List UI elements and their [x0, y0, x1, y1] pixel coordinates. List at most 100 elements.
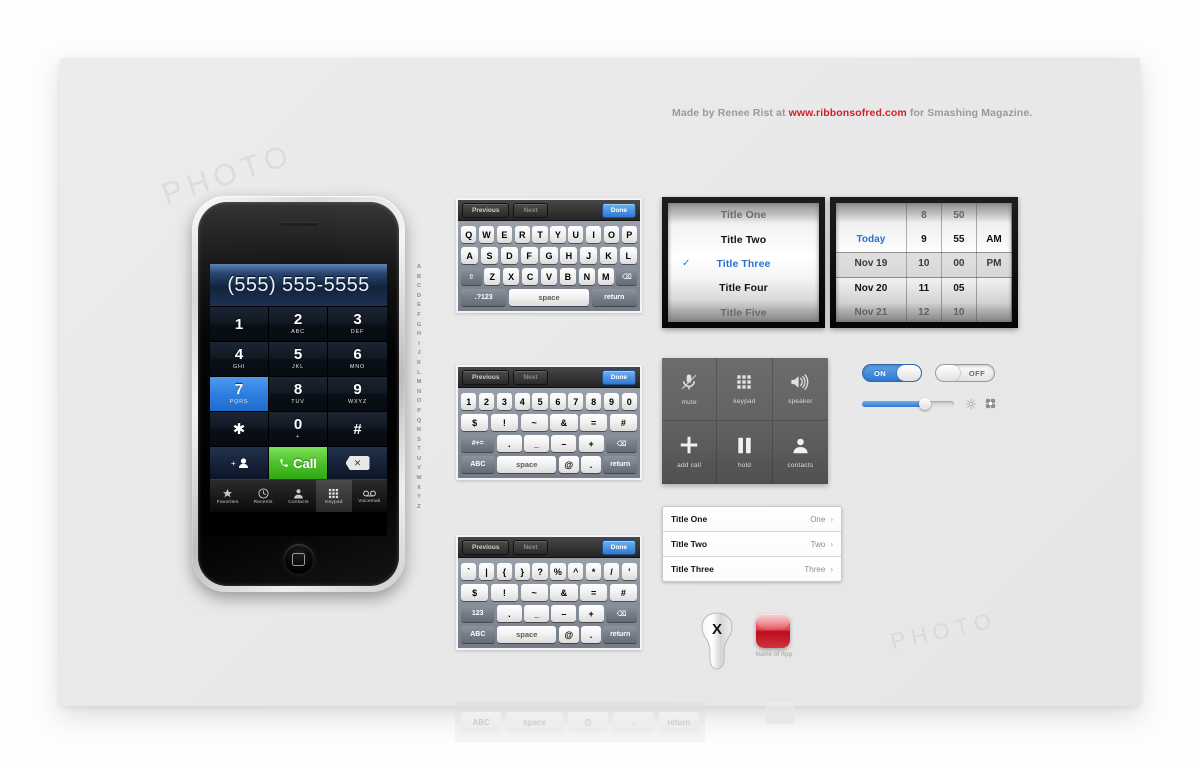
alpha-index-i[interactable]: I — [418, 340, 420, 350]
picker-cell[interactable]: 11 — [907, 276, 941, 300]
call-button[interactable]: Call — [269, 447, 328, 479]
key-[interactable]: + — [578, 435, 604, 452]
return-key[interactable]: return — [603, 456, 637, 473]
table-row[interactable]: Title Two Two › — [663, 532, 841, 557]
brightness-slider[interactable] — [862, 398, 954, 410]
backspace-key[interactable]: ⌫ — [616, 268, 638, 285]
key-0[interactable]: 0 — [621, 393, 637, 410]
alpha-index-a[interactable]: A — [417, 263, 421, 273]
alphabet-index-strip[interactable]: ABCDEFGHIJKLMNOPQRSTUVWXYZ — [412, 263, 426, 512]
key-7[interactable]: 7 — [568, 393, 584, 410]
alpha-index-z[interactable]: Z — [417, 503, 420, 513]
alpha-index-c[interactable]: C — [417, 282, 421, 292]
key-[interactable]: ` — [461, 563, 477, 580]
picker-cell[interactable]: 55 — [942, 227, 976, 251]
alpha-index-y[interactable]: Y — [417, 493, 421, 503]
app-icon[interactable] — [756, 614, 790, 648]
dial-key-8[interactable]: 8 TUV — [269, 377, 328, 412]
key-[interactable]: ~ — [520, 414, 548, 431]
dial-key-6[interactable]: 6 MNO — [328, 342, 387, 377]
alpha-index-m[interactable]: M — [417, 378, 422, 388]
picker-cell[interactable]: 00 — [942, 252, 976, 276]
key-[interactable]: @ — [558, 456, 579, 473]
alpha-index-l[interactable]: L — [417, 369, 420, 379]
key-[interactable]: _ — [524, 605, 549, 622]
tab-voicemail[interactable]: Voicemail — [352, 480, 387, 512]
alpha-index-n[interactable]: N — [417, 388, 421, 398]
key-ABC[interactable]: ABC — [461, 626, 495, 643]
key-9[interactable]: 9 — [603, 393, 620, 410]
alpha-index-h[interactable]: H — [417, 330, 421, 340]
alpha-index-o[interactable]: O — [417, 397, 421, 407]
minute-column[interactable]: 50 55 00 05 10 — [942, 203, 977, 322]
tab-contacts[interactable]: Contacts — [281, 480, 316, 512]
call-control-add-call[interactable]: add call — [662, 421, 718, 484]
alpha-index-r[interactable]: R — [417, 426, 421, 436]
key-I[interactable]: I — [585, 226, 602, 243]
key-X[interactable]: X — [502, 268, 520, 285]
title-picker-wheel[interactable]: Title One Title Two ✓ Title Three Title Four… — [668, 203, 819, 322]
toggle-knob[interactable] — [936, 365, 960, 381]
key-[interactable]: ! — [490, 584, 518, 601]
dial-key-2[interactable]: 2 ABC — [269, 307, 328, 342]
key-[interactable]: . — [581, 626, 601, 643]
dial-key-3[interactable]: 3 DEF — [328, 307, 387, 342]
key-R[interactable]: R — [514, 226, 530, 243]
tab-favorites[interactable]: Favorites — [210, 480, 245, 512]
key-[interactable]: – — [551, 435, 577, 452]
call-control-contacts[interactable]: contacts — [772, 421, 828, 484]
add-contact-button[interactable]: + — [210, 447, 269, 479]
alpha-index-v[interactable]: V — [417, 464, 421, 474]
key-[interactable]: ' — [621, 563, 637, 580]
backspace-key[interactable]: ⌫ — [606, 605, 637, 622]
backspace-button[interactable]: ✕ — [328, 447, 387, 479]
dial-key-1[interactable]: 1 — [210, 307, 269, 342]
key-[interactable]: = — [580, 584, 608, 601]
slider-track[interactable] — [862, 401, 954, 407]
shift-key[interactable]: ⇧ — [461, 268, 482, 285]
picker-cell[interactable]: Today — [836, 227, 906, 251]
key-8[interactable]: 8 — [585, 393, 602, 410]
toggle-switch-on[interactable]: ON — [862, 364, 922, 382]
alpha-index-d[interactable]: D — [417, 292, 421, 302]
key-123[interactable]: 123 — [461, 605, 495, 622]
credit-url[interactable]: www.ribbonsofred.com — [789, 107, 907, 119]
picker-option[interactable]: Title Five — [668, 301, 819, 322]
picker-cell[interactable]: Nov 19 — [836, 252, 906, 276]
picker-cell[interactable]: 05 — [942, 276, 976, 300]
dial-key-0[interactable]: 0 + — [269, 412, 328, 447]
done-button[interactable]: Done — [601, 539, 636, 555]
dial-key-9[interactable]: 9 WXYZ — [328, 377, 387, 412]
picker-cell[interactable] — [977, 301, 1011, 322]
delete-badge[interactable]: X — [700, 612, 734, 670]
alpha-index-g[interactable]: G — [417, 321, 421, 331]
key-[interactable]: ? — [532, 563, 548, 580]
key-ABC[interactable]: ABC — [461, 456, 495, 473]
table-row[interactable]: Title Three Three › — [663, 557, 841, 581]
key-[interactable]: / — [603, 563, 620, 580]
toggle-knob[interactable] — [897, 365, 921, 381]
slider-knob[interactable] — [918, 398, 931, 410]
picker-cell[interactable]: Nov 20 — [836, 276, 906, 300]
picker-cell[interactable]: Nov 21 — [836, 301, 906, 322]
key-Q[interactable]: Q — [461, 226, 477, 243]
previous-button[interactable]: Previous — [462, 369, 510, 385]
key-[interactable]: . — [581, 456, 601, 473]
picker-cell[interactable]: 8 — [907, 203, 941, 227]
alpha-index-b[interactable]: B — [417, 273, 421, 283]
picker-option[interactable]: Title One — [668, 203, 819, 227]
dial-key-5[interactable]: 5 JKL — [269, 342, 328, 377]
picker-option[interactable]: Title Four — [668, 276, 819, 300]
next-button[interactable]: Next — [513, 369, 548, 385]
key-V[interactable]: V — [540, 268, 558, 285]
key-[interactable]: _ — [524, 435, 549, 452]
picker-cell[interactable]: 50 — [942, 203, 976, 227]
key-K[interactable]: K — [599, 247, 618, 264]
key-[interactable]: $ — [461, 414, 489, 431]
key-[interactable]: } — [514, 563, 530, 580]
key-[interactable]: – — [551, 605, 577, 622]
call-control-keypad[interactable]: keypad — [717, 358, 773, 421]
key-123[interactable]: .?123 — [461, 289, 507, 306]
dial-key-7[interactable]: 7 PQRS — [210, 377, 269, 412]
key-E[interactable]: E — [496, 226, 513, 243]
